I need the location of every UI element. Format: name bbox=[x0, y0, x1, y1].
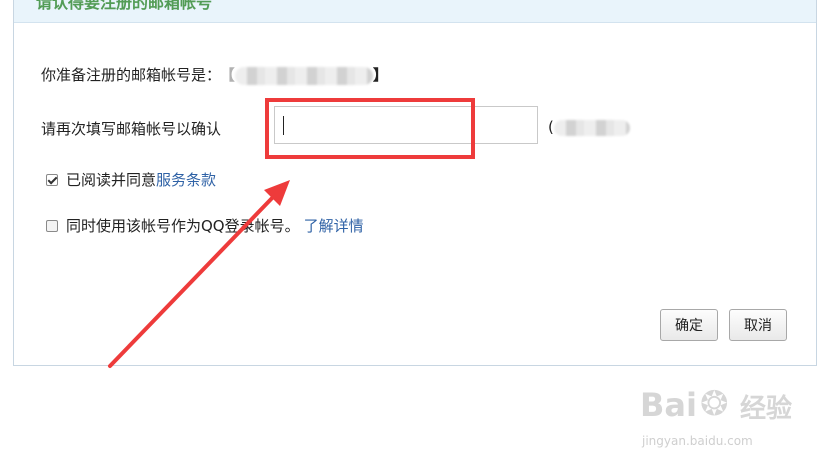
agree-label: 已阅读并同意 bbox=[66, 171, 157, 189]
qq-row: 同时使用该帐号作为QQ登录帐号。 了解详情 bbox=[66, 215, 364, 236]
watermark-url: jingyan.baidu.com bbox=[642, 434, 753, 448]
agree-checkbox[interactable] bbox=[46, 174, 58, 186]
qq-login-label: 同时使用该帐号作为QQ登录帐号。 bbox=[66, 217, 300, 235]
confirm-hint: ( bbox=[548, 118, 630, 136]
watermark-brand-cn: 经验 bbox=[740, 394, 793, 424]
confirm-label: 请再次填写邮箱帐号以确认 bbox=[41, 120, 222, 138]
email-bracket-open: 【 bbox=[219, 66, 235, 84]
text-caret bbox=[283, 116, 284, 135]
email-row: 你准备注册的邮箱帐号是： 【 】 bbox=[41, 64, 388, 85]
paw-icon: ❂ bbox=[700, 384, 729, 424]
terms-link[interactable]: 服务条款 bbox=[156, 171, 216, 189]
baidu-jingyan-watermark: Bai ❂ 经验 jingyan.baidu.com bbox=[640, 384, 800, 458]
dialog-title: 请认得要注册的邮箱帐号 bbox=[36, 0, 213, 12]
agree-row: 已阅读并同意服务条款 bbox=[66, 169, 216, 190]
watermark-brand: Bai bbox=[640, 386, 697, 424]
ok-button[interactable]: 确定 bbox=[660, 309, 718, 341]
email-value-blurred bbox=[234, 66, 373, 85]
email-label: 你准备注册的邮箱帐号是： bbox=[41, 66, 222, 84]
confirm-email-input[interactable] bbox=[274, 106, 538, 144]
cancel-button[interactable]: 取消 bbox=[729, 309, 787, 341]
confirm-label-row: 请再次填写邮箱帐号以确认 bbox=[41, 118, 221, 139]
confirm-hint-blurred bbox=[553, 119, 630, 136]
dialog-header: 请认得要注册的邮箱帐号 bbox=[14, 0, 816, 23]
email-bracket-close: 】 bbox=[372, 66, 388, 84]
confirm-hint-paren: ( bbox=[548, 118, 554, 136]
learn-more-link[interactable]: 了解详情 bbox=[304, 217, 364, 235]
qq-login-checkbox[interactable] bbox=[46, 220, 58, 232]
